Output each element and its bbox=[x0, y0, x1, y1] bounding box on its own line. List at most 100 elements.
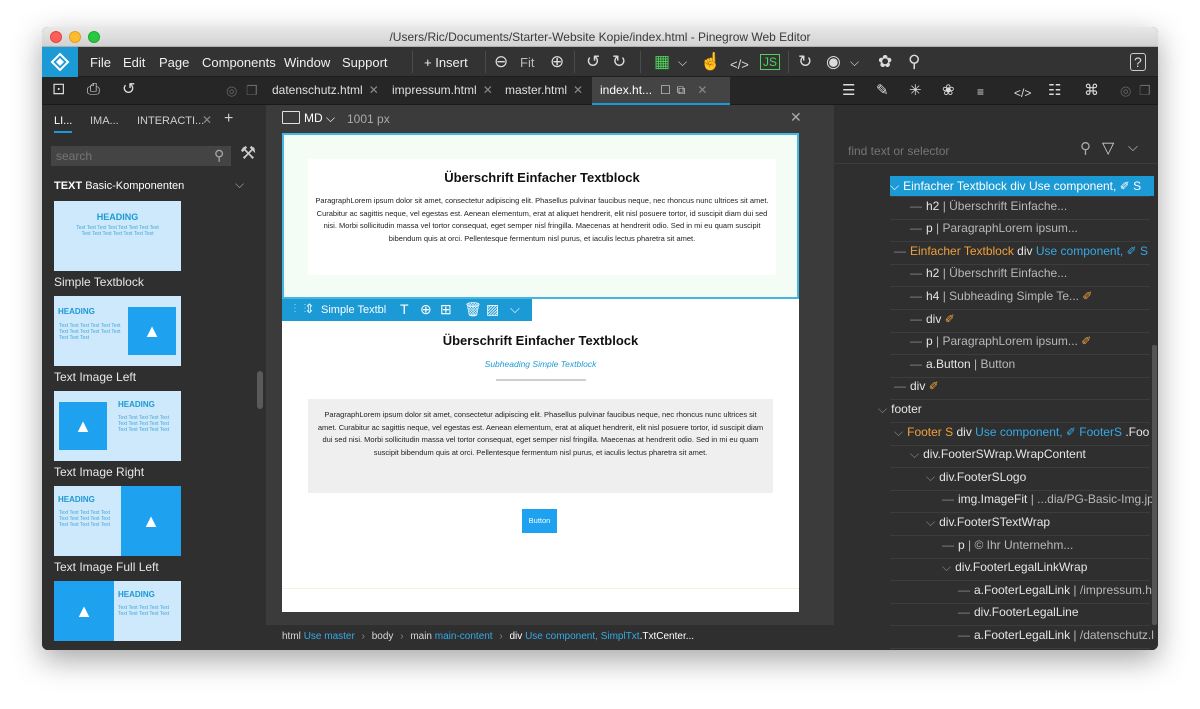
tree-row[interactable]: — h2 | Überschrift Einfache... bbox=[910, 199, 1067, 213]
trash-icon[interactable]: 🗑 bbox=[464, 301, 482, 318]
menu-window[interactable]: Window bbox=[284, 55, 330, 70]
eye-icon[interactable]: ◎ bbox=[1120, 81, 1131, 101]
code-icon[interactable]: </> bbox=[730, 55, 749, 75]
pattern-icon[interactable]: ▨ bbox=[486, 301, 499, 318]
textblock-1-paragraph[interactable]: ParagraphLorem ipsum dolor sit amet, con… bbox=[310, 195, 774, 245]
tree-row[interactable]: — a.FooterLegalLink | /impressum.ht bbox=[958, 583, 1155, 597]
tree-row[interactable]: — div ✐ bbox=[894, 379, 939, 393]
component-thumb-text-image-right[interactable]: ▲ HEADING Text Text Text Text Text Text … bbox=[54, 391, 181, 461]
js-icon[interactable]: JS bbox=[760, 54, 781, 70]
chevron-down-icon[interactable]: ⌵ bbox=[926, 515, 935, 529]
breadcrumb-div[interactable]: div Use component, SimplTxt.TxtCenter... bbox=[510, 631, 695, 642]
breadcrumb-html[interactable]: html Use master bbox=[282, 631, 355, 642]
chevron-down-icon[interactable]: ⌵ bbox=[890, 179, 899, 193]
textblock-1-heading[interactable]: Überschrift Einfacher Textblock bbox=[308, 170, 776, 185]
chevron-down-icon[interactable]: ⌵ bbox=[850, 52, 859, 72]
tree-row[interactable]: ⌵ Einfacher Textblock div Use component, … bbox=[890, 176, 1154, 196]
window-icon[interactable]: ⧉ bbox=[677, 83, 686, 97]
tree-row[interactable]: ⌵ Footer S div Use component, ✐ FooterS .… bbox=[894, 425, 1149, 440]
code-icon[interactable]: </> bbox=[1014, 83, 1031, 103]
component-thumb-text-image-full-left[interactable]: HEADING Text Text Text Text Text Text Te… bbox=[54, 486, 181, 556]
tab-interactions[interactable]: INTERACTI... bbox=[137, 115, 204, 127]
component-thumb-text-image-full-right[interactable]: ▲ HEADING Text Text Text Text Text Text … bbox=[54, 581, 181, 641]
tools-icon[interactable]: ⚒ bbox=[240, 143, 256, 164]
tab-datenschutz[interactable]: datenschutz.html ✕ bbox=[272, 83, 379, 97]
tree-row[interactable]: — p | © Ihr Unternehm... bbox=[942, 538, 1073, 552]
tab-master[interactable]: master.html ✕ bbox=[505, 83, 583, 97]
textblock-1[interactable]: Überschrift Einfacher Textblock Paragrap… bbox=[308, 159, 776, 275]
wordpress-icon[interactable]: ≡ bbox=[977, 82, 984, 102]
breakpoint-select[interactable]: MD ⌵ bbox=[304, 111, 335, 126]
copy-icon[interactable]: ❐ bbox=[246, 81, 258, 101]
content-button[interactable]: Button bbox=[522, 509, 557, 533]
close-icon[interactable]: ✕ bbox=[790, 109, 802, 126]
tab-images[interactable]: IMA... bbox=[90, 115, 119, 127]
textblock-2-paragraph[interactable]: ParagraphLorem ipsum dolor sit amet, con… bbox=[308, 399, 773, 493]
tree-row[interactable]: — div ✐ bbox=[910, 312, 955, 326]
chevron-down-icon[interactable]: ⌵ bbox=[942, 560, 951, 574]
close-icon[interactable]: ✕ bbox=[483, 83, 493, 97]
actions-icon[interactable]: ✳ bbox=[909, 81, 922, 101]
selected-element-outline[interactable]: Überschrift Einfacher Textblock Paragrap… bbox=[282, 133, 799, 299]
redo-icon[interactable]: ↻ bbox=[612, 52, 626, 72]
close-icon[interactable]: ✕ bbox=[202, 113, 212, 127]
component-toolbar[interactable]: ⋮⋮ ⇕ Simple Textbl T ⊕ ⊞ 🗑 ▨ ⌵ bbox=[282, 299, 532, 321]
grid-icon[interactable]: ⊞ bbox=[440, 301, 452, 318]
copy-icon[interactable]: ❐ bbox=[1139, 81, 1151, 101]
search-icon[interactable]: ⚲ bbox=[908, 52, 920, 72]
tree-row[interactable]: ⌵ div.FooterSLogo bbox=[926, 470, 1026, 485]
tree-row[interactable]: — div.FooterLegalLine bbox=[958, 605, 1079, 619]
refresh-icon[interactable]: ↻ bbox=[798, 52, 812, 72]
tree-row[interactable]: — Einfacher Textblock div Use component, … bbox=[894, 244, 1148, 258]
textblock-2-subheading[interactable]: Subheading Simple Textblock bbox=[282, 359, 799, 369]
add-tab-icon[interactable]: + bbox=[224, 110, 233, 128]
tree-icon[interactable]: ☷ bbox=[1048, 81, 1061, 101]
menu-edit[interactable]: Edit bbox=[123, 55, 145, 70]
move-updown-icon[interactable]: ⇕ bbox=[304, 301, 315, 317]
tree-row[interactable]: ⌵ div.FooterSTextWrap bbox=[926, 515, 1050, 530]
component-thumb-text-image-left[interactable]: HEADING Text Text Text Text Text Text Te… bbox=[54, 296, 181, 366]
tab-impressum[interactable]: impressum.html ✕ bbox=[392, 83, 493, 97]
tree-search-input[interactable] bbox=[846, 142, 1076, 160]
chevron-down-icon[interactable]: ⌵ bbox=[1128, 139, 1138, 155]
library-scrollbar[interactable] bbox=[257, 371, 263, 409]
help-icon[interactable]: ? bbox=[1130, 53, 1146, 71]
breadcrumb-body[interactable]: body bbox=[372, 631, 394, 642]
tree-row[interactable]: ⌵ div.FooterSWrap.WrapContent bbox=[910, 447, 1086, 462]
menu-components[interactable]: Components bbox=[202, 55, 276, 70]
tree-row[interactable]: — h4 | Subheading Simple Te... ✐ bbox=[910, 289, 1092, 303]
eye-icon[interactable]: ◎ bbox=[226, 81, 237, 101]
chevron-down-icon[interactable]: ⌵ bbox=[878, 402, 887, 416]
text-edit-icon[interactable]: T bbox=[400, 301, 409, 317]
tab-library[interactable]: LI... bbox=[54, 115, 73, 133]
frame-icon[interactable]: ☐ bbox=[660, 83, 671, 97]
chevron-down-icon[interactable]: ⌵ bbox=[894, 425, 903, 439]
zoom-in-icon[interactable]: ⊕ bbox=[550, 52, 564, 72]
chevron-down-icon[interactable]: ⌵ bbox=[510, 301, 520, 317]
chevron-down-icon[interactable]: ⌵ bbox=[926, 470, 935, 484]
panel-layout-icon[interactable]: ⊡ bbox=[52, 80, 65, 100]
menu-page[interactable]: Page bbox=[159, 55, 189, 70]
textblock-2[interactable]: Überschrift Einfacher Textblock Subheadi… bbox=[282, 321, 799, 571]
menu-support[interactable]: Support bbox=[342, 55, 388, 70]
breadcrumb-main[interactable]: main main-content bbox=[410, 631, 492, 642]
filter-icon[interactable]: ▽ bbox=[1102, 138, 1114, 158]
undo-icon[interactable]: ↺ bbox=[586, 52, 600, 72]
style-brush-icon[interactable]: ✎ bbox=[876, 81, 889, 101]
insert-button[interactable]: + Insert bbox=[424, 55, 468, 70]
tree-row[interactable]: ⌵ div.FooterLegalLinkWrap bbox=[942, 560, 1087, 575]
chevron-down-icon[interactable]: ⌵ bbox=[910, 447, 919, 461]
close-icon[interactable]: ✕ bbox=[697, 83, 707, 97]
close-icon[interactable]: ✕ bbox=[369, 83, 379, 97]
chevron-down-icon[interactable]: ⌵ bbox=[235, 177, 244, 192]
duplicate-icon[interactable]: ⊕ bbox=[420, 301, 432, 318]
chevron-down-icon[interactable]: ⌵ bbox=[678, 52, 687, 72]
components-icon[interactable]: ✿ bbox=[878, 52, 892, 72]
library-search-input[interactable] bbox=[51, 146, 231, 166]
textblock-2-heading[interactable]: Überschrift Einfacher Textblock bbox=[282, 333, 799, 348]
reload-icon[interactable]: ↺ bbox=[122, 80, 135, 100]
tab-index[interactable]: index.ht... ☐ ⧉ ✕ bbox=[592, 77, 730, 105]
tree-row[interactable]: — a.Button | Button bbox=[910, 357, 1015, 371]
preview-icon[interactable]: ◉ bbox=[826, 52, 841, 72]
tree-row[interactable]: — img.ImageFit | ...dia/PG-Basic-Img.jp bbox=[942, 492, 1154, 506]
